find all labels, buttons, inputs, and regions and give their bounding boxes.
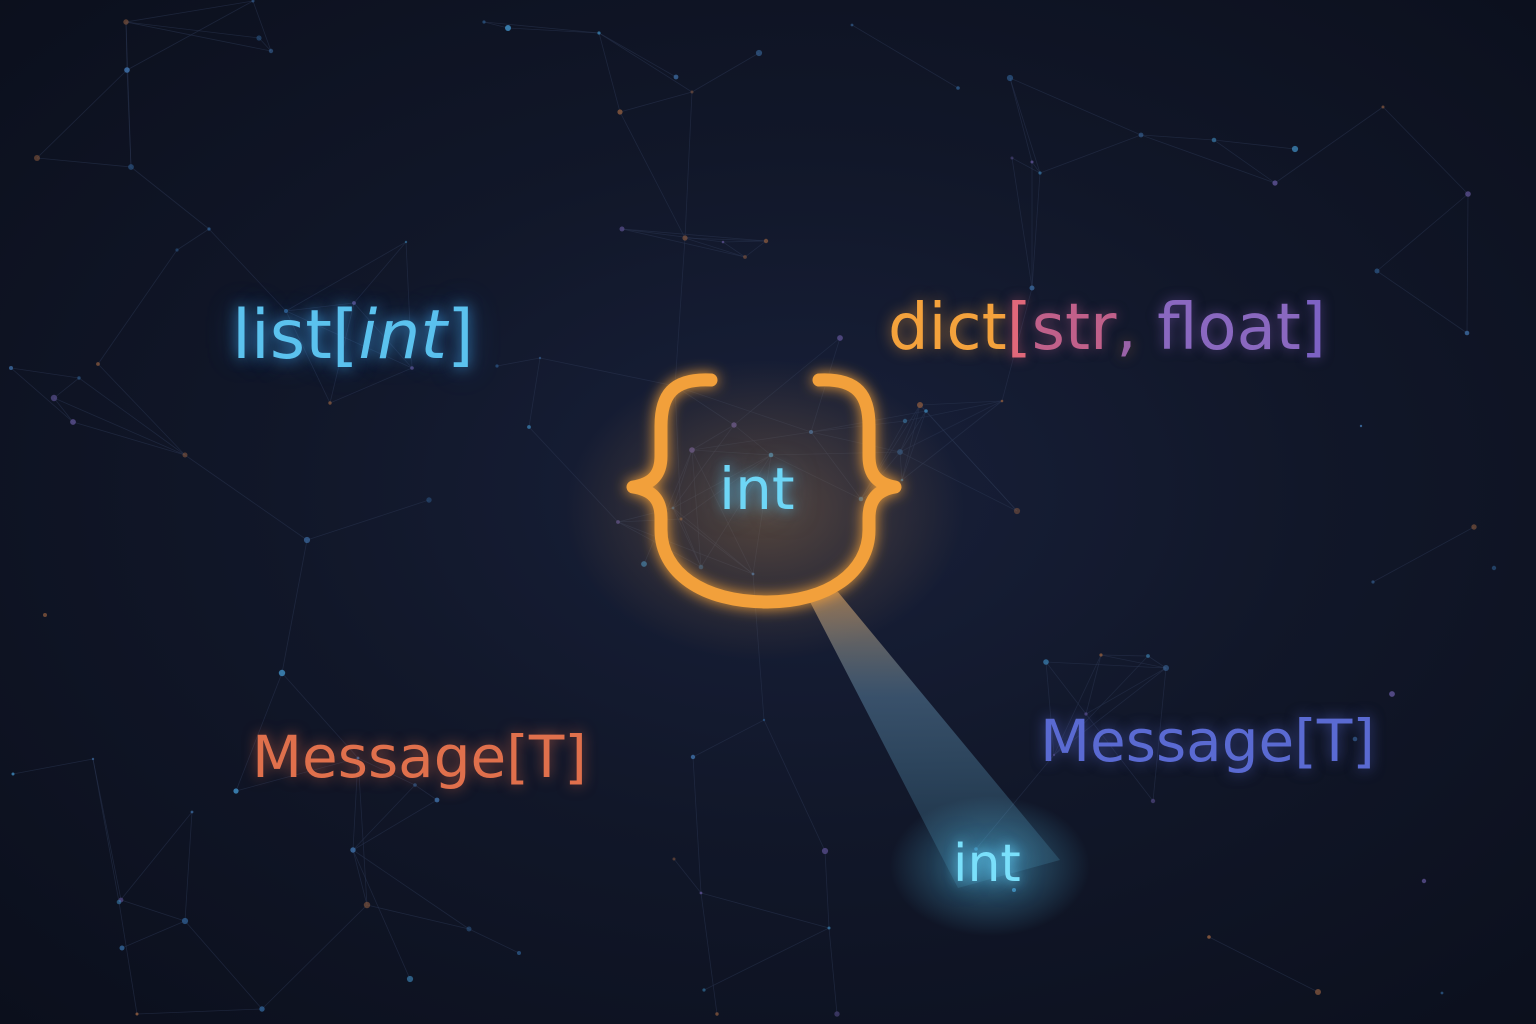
message-t-left-label: Message[T] xyxy=(252,723,587,791)
message-t-right-label: Message[T] xyxy=(1040,707,1375,775)
scene: list[int] dict[str, float] Message[T] Me… xyxy=(0,0,1536,1024)
dict-value-type: float xyxy=(1157,291,1301,365)
projected-int-label: int xyxy=(953,834,1021,894)
dict-comma: , xyxy=(1116,291,1137,365)
list-suffix: ] xyxy=(447,296,474,375)
dict-str-float-label: dict[str, float] xyxy=(888,296,1326,360)
dict-name: dict xyxy=(888,291,1007,365)
list-int-label: list[int] xyxy=(232,302,474,370)
dict-key-type: str xyxy=(1031,291,1117,365)
dict-open-bracket: [ xyxy=(1006,291,1032,365)
list-inner-type: int xyxy=(358,296,448,375)
list-prefix: list[ xyxy=(232,296,359,375)
center-int-label: int xyxy=(719,455,795,523)
dict-close-bracket: ] xyxy=(1300,291,1326,365)
